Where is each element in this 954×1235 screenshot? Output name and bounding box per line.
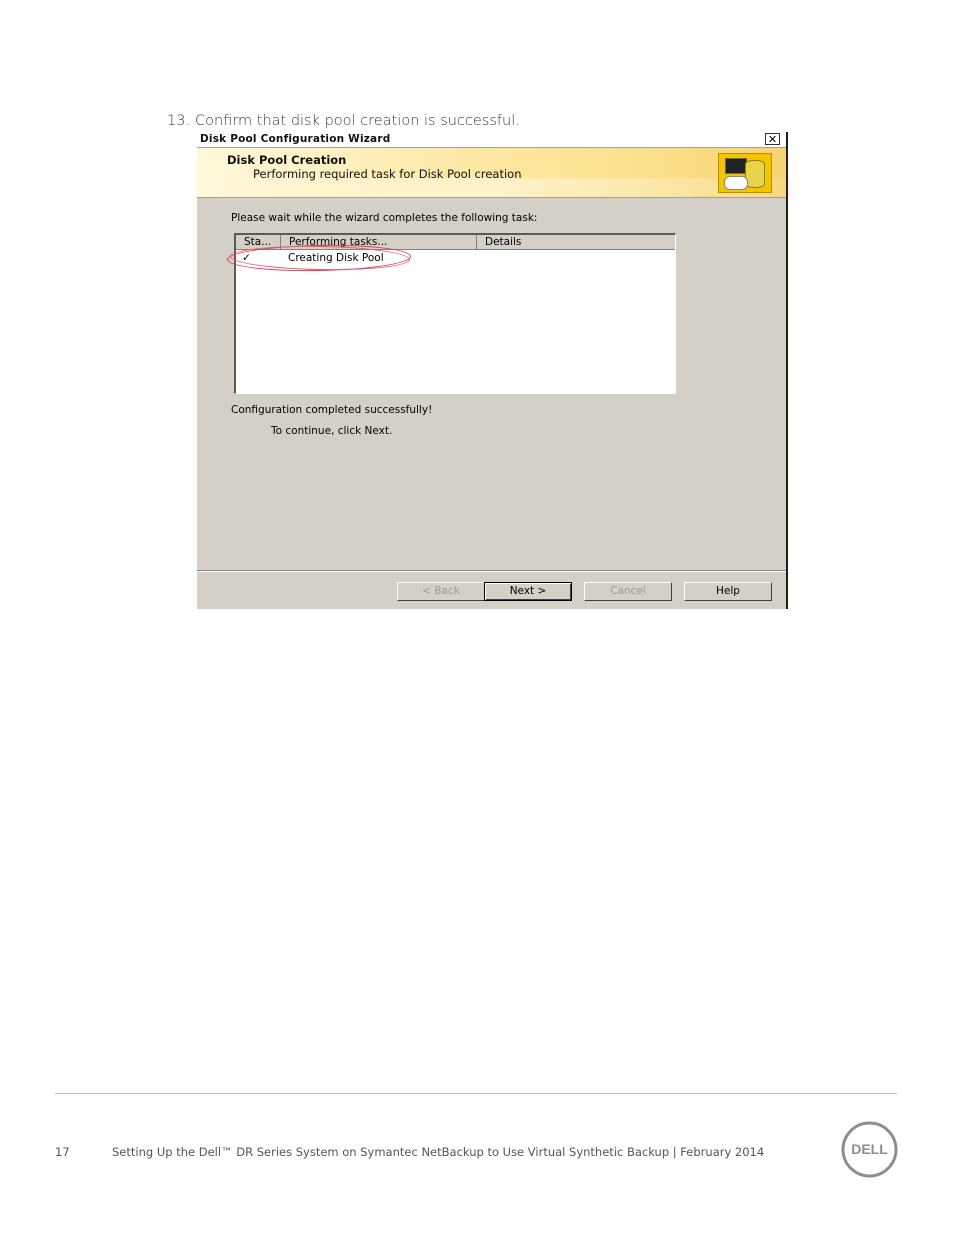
next-button[interactable]: Next > (484, 582, 572, 601)
banner-heading: Disk Pool Creation (227, 153, 347, 167)
back-button[interactable]: < Back (397, 582, 485, 601)
continue-message: To continue, click Next. (271, 425, 393, 437)
hand-icon (724, 176, 748, 190)
column-header-details[interactable]: Details (477, 235, 675, 249)
step-number: 13. (167, 113, 191, 129)
monitor-icon (725, 158, 747, 174)
help-button[interactable]: Help (684, 582, 772, 601)
wizard-titlebar: Disk Pool Configuration Wizard ✕ (197, 132, 786, 148)
disk-pool-wizard-window: Disk Pool Configuration Wizard ✕ Disk Po… (197, 132, 788, 609)
close-icon[interactable]: ✕ (765, 133, 780, 145)
step-instruction: 13. Confirm that disk pool creation is su… (167, 113, 520, 129)
wizard-banner: Disk Pool Creation Performing required t… (197, 148, 786, 198)
page-number: 17 (55, 1145, 70, 1159)
footer-text: Setting Up the Dell™ DR Series System on… (112, 1145, 765, 1159)
wizard-instruction: Please wait while the wizard completes t… (231, 212, 538, 224)
cancel-button[interactable]: Cancel (584, 582, 672, 601)
banner-subheading: Performing required task for Disk Pool c… (253, 167, 522, 181)
dell-logo-text: DELL (851, 1141, 888, 1157)
disk-icon (745, 160, 765, 188)
step-text: Confirm that disk pool creation is succe… (195, 113, 520, 129)
dell-logo: DELL (841, 1121, 898, 1178)
button-separator (197, 570, 786, 572)
footer-divider (55, 1093, 897, 1094)
disk-pool-icon (718, 153, 772, 193)
status-message: Configuration completed successfully! (231, 404, 433, 416)
wizard-title: Disk Pool Configuration Wizard (200, 133, 391, 145)
